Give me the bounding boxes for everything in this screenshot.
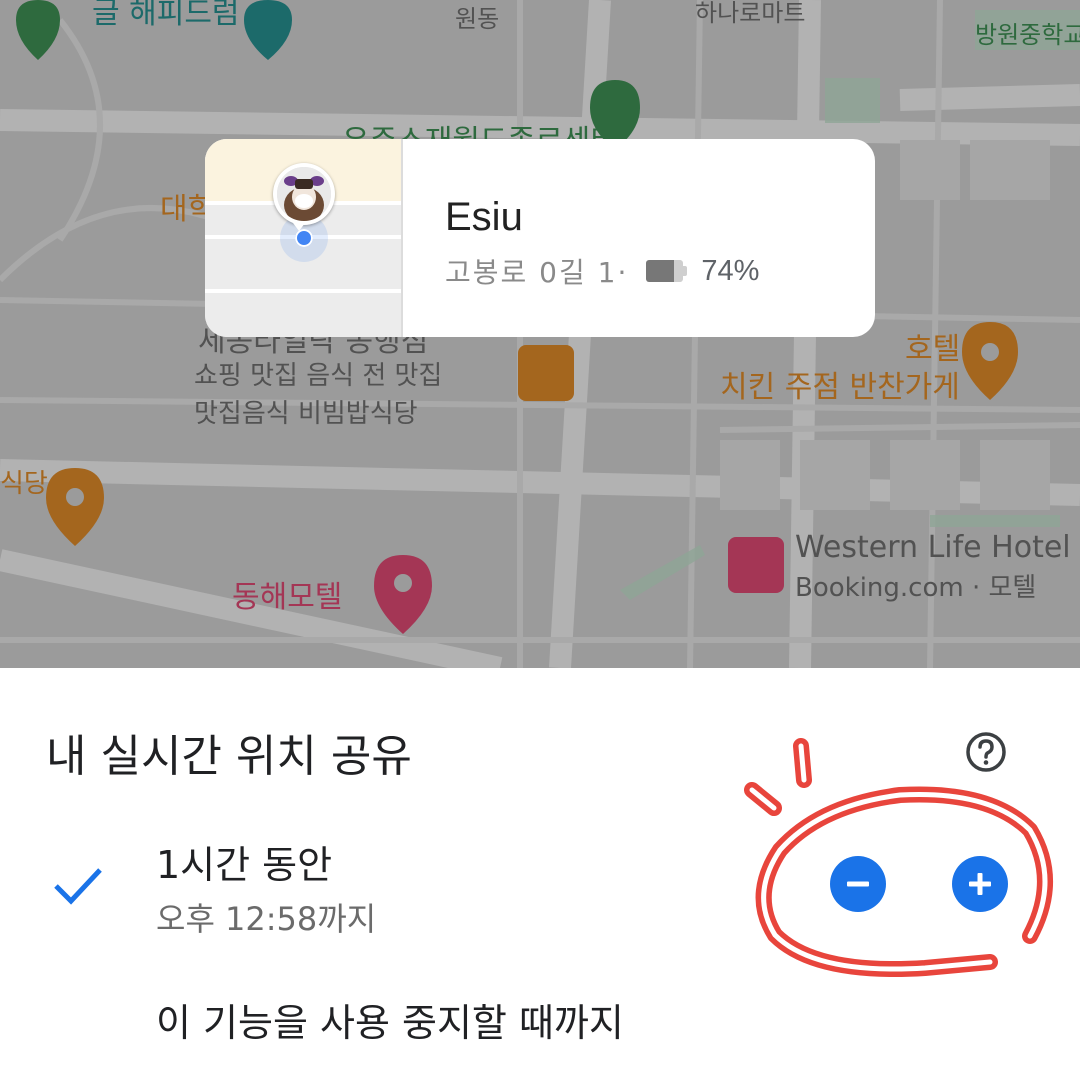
map-label: 방원중학교 <box>975 21 1080 49</box>
location-dot <box>295 229 313 247</box>
battery-percent: 74% <box>701 254 760 287</box>
option-one-hour[interactable]: 1시간 동안 <box>156 834 332 889</box>
map-label: 동해모텔 <box>232 580 343 615</box>
battery-icon <box>646 260 688 282</box>
option-one-hour-until: 오후 12:58까지 <box>156 900 377 938</box>
sheet-title: 내 실시간 위치 공유 <box>46 731 412 782</box>
contact-name: Esiu <box>445 195 523 239</box>
map-label: 치킨 주점 반찬가게 <box>720 370 960 405</box>
option-until-turned-off[interactable]: 이 기능을 사용 중지할 때까지 <box>156 992 624 1047</box>
increase-duration-button[interactable] <box>952 856 1008 912</box>
help-icon[interactable] <box>964 730 1008 774</box>
map-label: 하나로마트 <box>695 0 806 27</box>
check-icon <box>54 868 102 905</box>
map-label: Booking.com · 모텔 <box>795 573 1037 603</box>
mini-map <box>205 139 403 337</box>
map-label: 식당 <box>0 469 48 499</box>
contact-location-card[interactable]: Esiu 고봉로 0길 1· 74% <box>205 139 875 337</box>
avatar-image <box>277 167 331 221</box>
map-label: 쇼핑 맛집 음식 전 맛집 <box>194 361 443 391</box>
map-label: Western Life Hotel <box>795 530 1071 565</box>
avatar <box>273 163 335 225</box>
contact-address: 고봉로 0길 1· <box>445 256 629 289</box>
map-label: 글 해피드럼 <box>92 0 240 31</box>
minus-icon <box>847 881 869 887</box>
map-label: 원동 <box>455 5 500 33</box>
share-location-sheet: 내 실시간 위치 공유 1시간 동안 오후 12:58까지 이 기능을 사용 중… <box>0 668 1080 1080</box>
contact-status-line: 고봉로 0길 1· 74% <box>445 251 759 291</box>
decrease-duration-button[interactable] <box>830 856 886 912</box>
map-label: 맛집음식 비빔밥식당 <box>194 399 418 429</box>
plus-icon <box>969 873 991 895</box>
map-label: 호텔 <box>905 332 961 367</box>
